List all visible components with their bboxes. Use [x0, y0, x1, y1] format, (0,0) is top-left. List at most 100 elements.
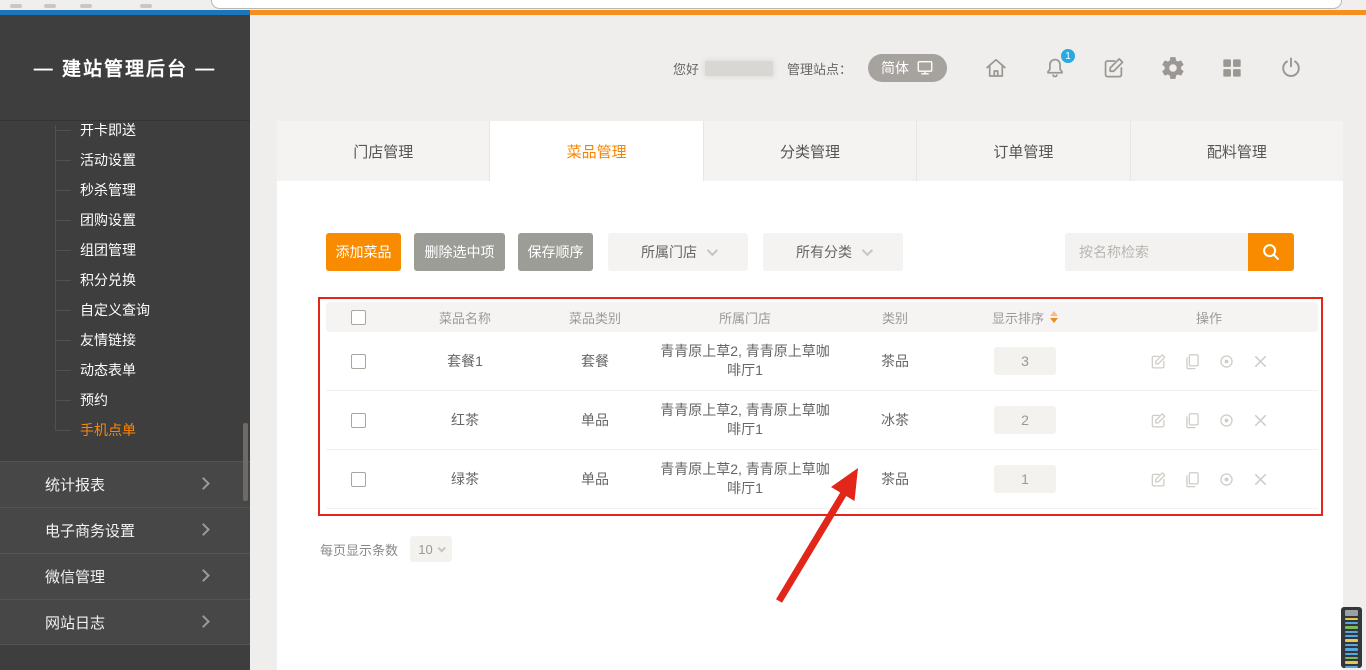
scroll-minimap-widget[interactable]: [1341, 607, 1362, 668]
close-icon: [1251, 411, 1270, 430]
store-filter-dropdown[interactable]: 所属门店: [608, 233, 748, 271]
row-checkbox[interactable]: [351, 354, 366, 369]
sidebar-item-team-management[interactable]: 组团管理: [0, 235, 250, 265]
sidebar-section-ecommerce[interactable]: 电子商务设置: [0, 507, 250, 553]
monitor-icon: [916, 59, 934, 77]
eye-icon: [1217, 352, 1236, 371]
close-icon: [1251, 470, 1270, 489]
sidebar-item-flash-sale[interactable]: 秒杀管理: [0, 175, 250, 205]
sidebar-item-reservation[interactable]: 预约: [0, 385, 250, 415]
search-button[interactable]: [1248, 233, 1294, 271]
sidebar-item-group-buy[interactable]: 团购设置: [0, 205, 250, 235]
dish-type: 单品: [540, 469, 650, 489]
col-header-category: 类别: [840, 308, 950, 327]
save-order-button[interactable]: 保存顺序: [518, 233, 593, 271]
chevron-right-icon: [197, 523, 210, 536]
sidebar-item-custom-query[interactable]: 自定义查询: [0, 295, 250, 325]
table-row: 绿茶 单品 青青原上草2, 青青原上草咖啡厅1 茶品 1: [326, 450, 1318, 509]
logout-button[interactable]: [1278, 55, 1304, 81]
sort-order-value[interactable]: 3: [994, 347, 1056, 375]
sidebar: — 建站管理后台 — 开卡即送 活动设置 秒杀管理 团购设置 组团管理 积分兑换…: [0, 15, 250, 670]
edit-button[interactable]: [1149, 352, 1168, 371]
notification-badge: 1: [1061, 49, 1075, 63]
chevron-down-icon: [862, 245, 873, 256]
preview-button[interactable]: [1217, 411, 1236, 430]
table-row: 套餐1 套餐 青青原上草2, 青青原上草咖啡厅1 茶品 3: [326, 332, 1318, 391]
sidebar-item-open-card-gift[interactable]: 开卡即送: [0, 115, 250, 145]
delete-button[interactable]: [1251, 470, 1270, 489]
col-header-name: 菜品名称: [390, 308, 540, 327]
sidebar-item-dynamic-forms[interactable]: 动态表单: [0, 355, 250, 385]
dish-table: 菜品名称 菜品类别 所属门店 类别 显示排序 操作 套餐1 套餐 青青原上草2,…: [326, 302, 1318, 509]
delete-button[interactable]: [1251, 411, 1270, 430]
tab-category-management[interactable]: 分类管理: [704, 121, 917, 181]
page-size-value: 10: [418, 542, 432, 557]
sidebar-section-label: 网站日志: [45, 612, 105, 633]
copy-button[interactable]: [1183, 470, 1202, 489]
col-header-store: 所属门店: [650, 308, 840, 327]
col-header-type: 菜品类别: [540, 308, 650, 327]
sidebar-item-mobile-ordering[interactable]: 手机点单: [0, 415, 250, 445]
sidebar-item-friend-links[interactable]: 友情链接: [0, 325, 250, 355]
col-header-operations: 操作: [1100, 308, 1318, 327]
edit-button[interactable]: [1149, 470, 1168, 489]
dish-stores: 青青原上草2, 青青原上草咖啡厅1: [659, 342, 831, 380]
close-icon: [1251, 352, 1270, 371]
edit-button[interactable]: [1149, 411, 1168, 430]
tab-store-management[interactable]: 门店管理: [277, 121, 490, 181]
sidebar-section-statistics[interactable]: 统计报表: [0, 461, 250, 507]
tab-ingredient-management[interactable]: 配料管理: [1131, 121, 1343, 181]
sidebar-item-points-exchange[interactable]: 积分兑换: [0, 265, 250, 295]
settings-button[interactable]: [1160, 55, 1186, 81]
notifications-button[interactable]: 1: [1042, 55, 1068, 81]
sort-order-value[interactable]: 2: [994, 406, 1056, 434]
copy-button[interactable]: [1183, 411, 1202, 430]
preview-button[interactable]: [1217, 470, 1236, 489]
search-icon: [1260, 241, 1282, 263]
edit-icon: [1149, 411, 1168, 430]
store-filter-label: 所属门店: [641, 242, 697, 262]
dish-type: 套餐: [540, 351, 650, 371]
grid-icon: [1219, 55, 1245, 81]
add-dish-button[interactable]: 添加菜品: [326, 233, 401, 271]
main-panel: 门店管理 菜品管理 分类管理 订单管理 配料管理 添加菜品 删除选中项 保存顺序…: [277, 121, 1343, 670]
delete-selected-button[interactable]: 删除选中项: [414, 233, 505, 271]
dish-category: 茶品: [840, 469, 950, 489]
page-size-label: 每页显示条数: [320, 540, 398, 559]
language-switch-button[interactable]: 简体: [868, 54, 947, 82]
tab-dish-management[interactable]: 菜品管理: [490, 121, 703, 181]
col-header-sort: 显示排序: [992, 308, 1044, 327]
tab-order-management[interactable]: 订单管理: [917, 121, 1130, 181]
sort-order-value[interactable]: 1: [994, 465, 1056, 493]
copy-button[interactable]: [1183, 352, 1202, 371]
search-input[interactable]: [1065, 233, 1248, 271]
sort-asc-icon: [1050, 311, 1058, 316]
app-logo-text: — 建站管理后台 —: [34, 54, 217, 81]
dish-name: 绿茶: [390, 469, 540, 489]
delete-button[interactable]: [1251, 352, 1270, 371]
browser-address-bar[interactable]: [211, 0, 1342, 9]
home-button[interactable]: [983, 55, 1009, 81]
preview-button[interactable]: [1217, 352, 1236, 371]
edit-icon: [1149, 352, 1168, 371]
sidebar-section-label: 统计报表: [45, 474, 105, 495]
sidebar-item-activity-settings[interactable]: 活动设置: [0, 145, 250, 175]
sidebar-section-label: 微信管理: [45, 566, 105, 587]
sidebar-scrollbar[interactable]: [243, 423, 248, 501]
apps-button[interactable]: [1219, 55, 1245, 81]
row-checkbox[interactable]: [351, 413, 366, 428]
compose-button[interactable]: [1101, 55, 1127, 81]
select-all-checkbox[interactable]: [351, 310, 366, 325]
top-header: 您好 管理站点： 简体 1: [250, 15, 1366, 121]
row-checkbox[interactable]: [351, 472, 366, 487]
dish-category: 冰茶: [840, 410, 950, 430]
edit-icon: [1149, 470, 1168, 489]
browser-chrome-sliver: [0, 0, 1366, 10]
sidebar-section-site-logs[interactable]: 网站日志: [0, 599, 250, 645]
sort-toggle[interactable]: [1050, 311, 1058, 323]
page-size-dropdown[interactable]: 10: [410, 536, 452, 562]
eye-icon: [1217, 470, 1236, 489]
language-label: 简体: [881, 58, 909, 78]
category-filter-dropdown[interactable]: 所有分类: [763, 233, 903, 271]
sidebar-section-wechat[interactable]: 微信管理: [0, 553, 250, 599]
